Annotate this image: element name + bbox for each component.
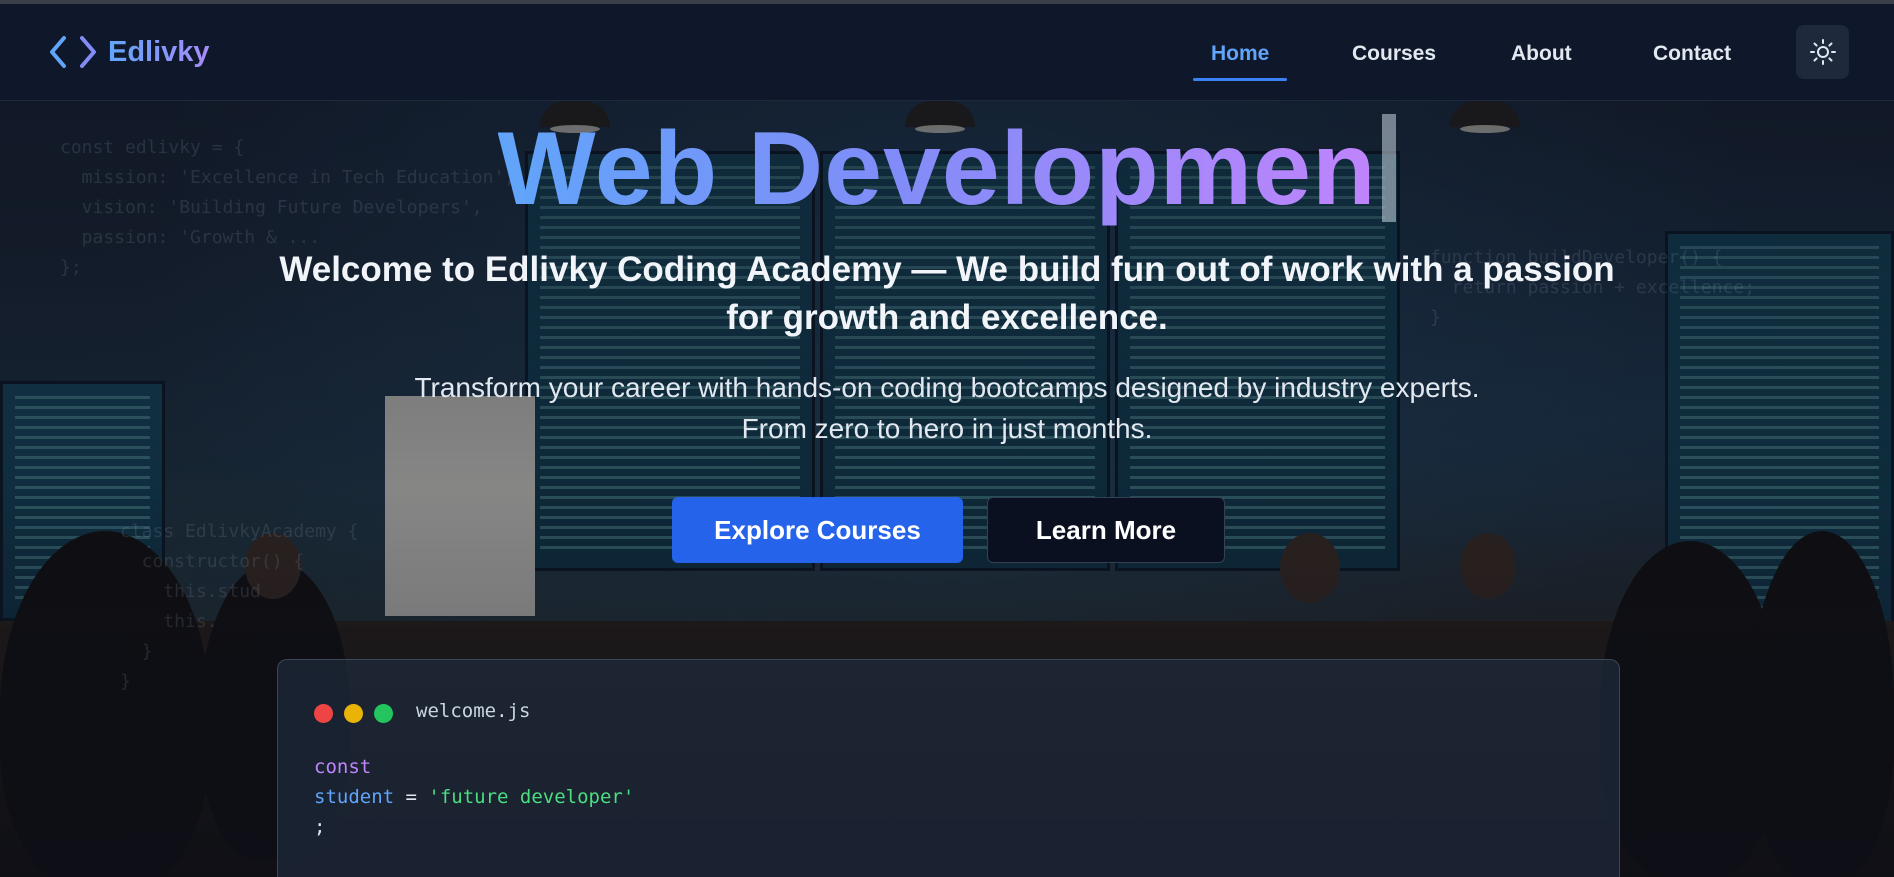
hero-subtitle: Welcome to Edlivky Coding Academy — We b… [279, 250, 1615, 337]
hero-description-line1: Transform your career with hands-on codi… [414, 372, 1480, 403]
nav-active-indicator [1193, 78, 1287, 81]
code-operator: = [394, 786, 429, 808]
code-variable: student [314, 786, 395, 808]
window-close-dot [314, 704, 333, 723]
window-minimize-dot [344, 704, 363, 723]
code-string: 'future developer' [428, 786, 635, 808]
hero-section: const edlivky = { mission: 'Excellence i… [0, 101, 1894, 877]
hero-description-line2: From zero to hero in just months. [741, 413, 1153, 444]
sun-icon [1809, 39, 1836, 65]
navbar: Edlivky Home Courses About Contact [0, 4, 1894, 101]
learn-more-button[interactable]: Learn More [987, 497, 1225, 563]
theme-toggle-button[interactable] [1796, 25, 1849, 79]
hero-description: Transform your career with hands-on codi… [360, 367, 1534, 449]
code-brackets-icon [50, 36, 96, 68]
nav-about[interactable]: About [1511, 42, 1572, 66]
nav-contact[interactable]: Contact [1653, 42, 1731, 66]
typing-caret [1382, 114, 1397, 222]
hero-typed-title: Web Developmen [0, 109, 1894, 229]
brand-logo[interactable]: Edlivky [48, 34, 210, 70]
nav-home[interactable]: Home [1211, 42, 1269, 66]
code-semicolon: ; [314, 816, 326, 838]
hero-title-text: Web Developmen [497, 111, 1377, 227]
code-window: welcome.js const student = 'future devel… [277, 659, 1620, 877]
explore-courses-button[interactable]: Explore Courses [672, 497, 963, 563]
window-maximize-dot [374, 704, 393, 723]
brand-name: Edlivky [108, 35, 210, 68]
code-keyword: const [314, 756, 372, 778]
code-filename: welcome.js [416, 700, 531, 722]
code-content: const student = 'future developer' ; [314, 752, 634, 842]
nav-courses[interactable]: Courses [1352, 42, 1436, 66]
